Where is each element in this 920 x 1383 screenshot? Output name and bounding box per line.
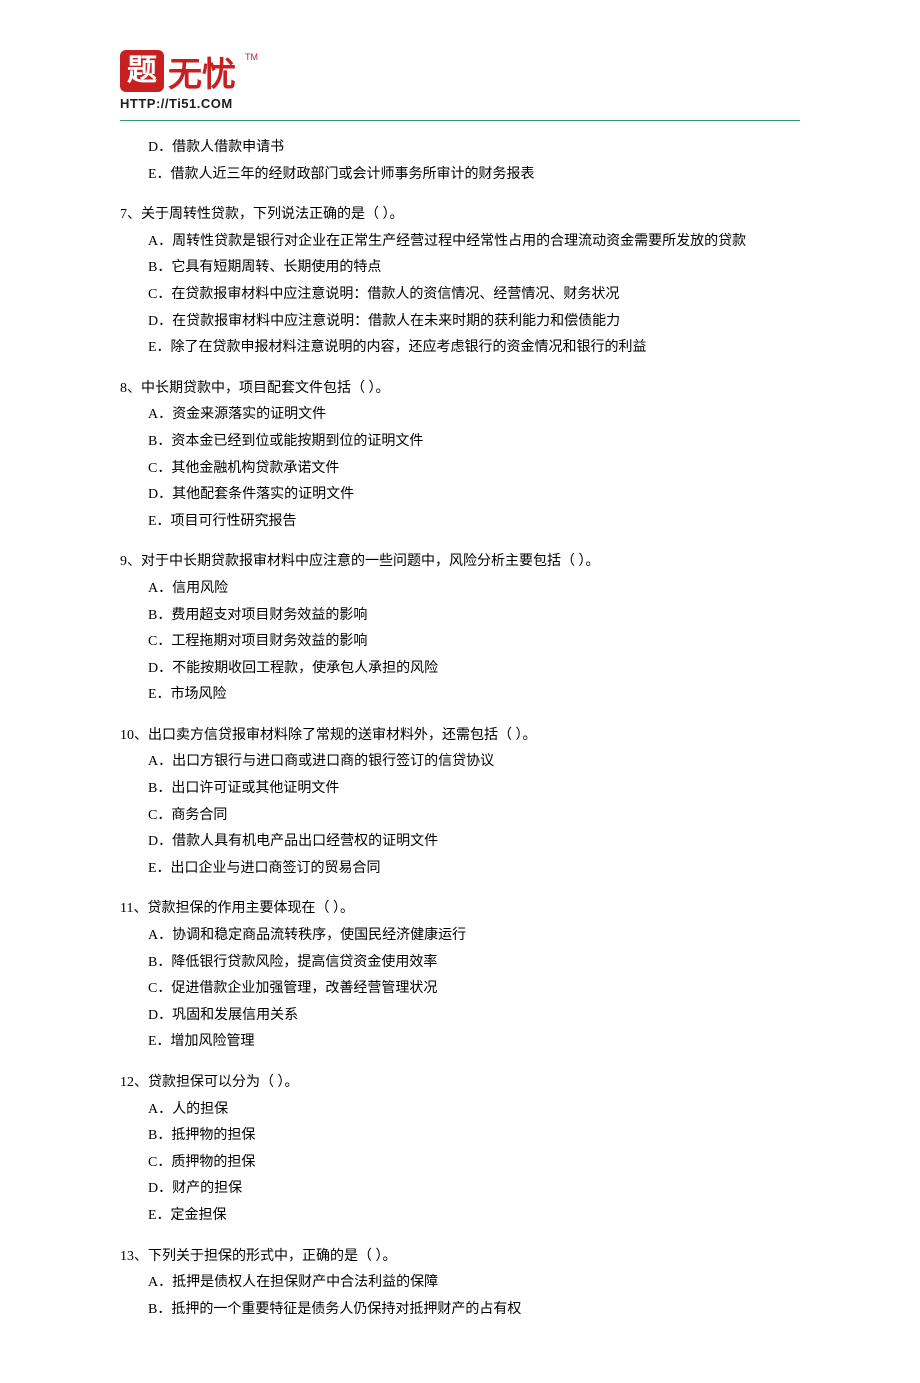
option-text: A．人的担保 xyxy=(148,1097,800,1124)
question-options: A．出口方银行与进口商或进口商的银行签订的信贷协议 B．出口许可证或其他证明文件… xyxy=(148,749,800,882)
question-stem: 10、出口卖方信贷报审材料除了常规的送审材料外，还需包括（ ）。 xyxy=(120,723,800,750)
option-text: B．它具有短期周转、长期使用的特点 xyxy=(148,255,800,282)
option-text: D．借款人借款申请书 xyxy=(148,135,800,162)
option-text: D．其他配套条件落实的证明文件 xyxy=(148,482,800,509)
option-text: C．促进借款企业加强管理，改善经营管理状况 xyxy=(148,976,800,1003)
question-13: 13、下列关于担保的形式中，正确的是（ ）。 A．抵押是债权人在担保财产中合法利… xyxy=(120,1244,800,1324)
option-text: E．项目可行性研究报告 xyxy=(148,509,800,536)
option-text: E．除了在贷款申报材料注意说明的内容，还应考虑银行的资金情况和银行的利益 xyxy=(148,335,800,362)
option-text: D．巩固和发展信用关系 xyxy=(148,1003,800,1030)
continued-options-block: D．借款人借款申请书 E．借款人近三年的经财政部门或会计师事务所审计的财务报表 xyxy=(148,135,800,188)
option-text: A．抵押是债权人在担保财产中合法利益的保障 xyxy=(148,1270,800,1297)
option-text: A．信用风险 xyxy=(148,576,800,603)
question-options: A．资金来源落实的证明文件 B．资本金已经到位或能按期到位的证明文件 C．其他金… xyxy=(148,402,800,535)
svg-text:题: 题 xyxy=(127,54,157,87)
option-text: D．在贷款报审材料中应注意说明：借款人在未来时期的获利能力和偿债能力 xyxy=(148,309,800,336)
option-text: B．抵押的一个重要特征是债务人仍保持对抵押财产的占有权 xyxy=(148,1297,800,1324)
option-text: E．借款人近三年的经财政部门或会计师事务所审计的财务报表 xyxy=(148,162,800,189)
question-10: 10、出口卖方信贷报审材料除了常规的送审材料外，还需包括（ ）。 A．出口方银行… xyxy=(120,723,800,883)
question-stem: 11、贷款担保的作用主要体现在（ ）。 xyxy=(120,896,800,923)
question-options: A．协调和稳定商品流转秩序，使国民经济健康运行 B．降低银行贷款风险，提高信贷资… xyxy=(148,923,800,1056)
option-text: A．周转性贷款是银行对企业在正常生产经营过程中经常性占用的合理流动资金需要所发放… xyxy=(148,229,800,256)
option-text: D．不能按期收回工程款，使承包人承担的风险 xyxy=(148,656,800,683)
question-stem: 13、下列关于担保的形式中，正确的是（ ）。 xyxy=(120,1244,800,1271)
option-text: E．定金担保 xyxy=(148,1203,800,1230)
question-7: 7、关于周转性贷款，下列说法正确的是（ ）。 A．周转性贷款是银行对企业在正常生… xyxy=(120,202,800,362)
option-text: C．工程拖期对项目财务效益的影响 xyxy=(148,629,800,656)
question-8: 8、中长期贷款中，项目配套文件包括（ ）。 A．资金来源落实的证明文件 B．资本… xyxy=(120,376,800,536)
option-text: B．资本金已经到位或能按期到位的证明文件 xyxy=(148,429,800,456)
option-text: D．借款人具有机电产品出口经营权的证明文件 xyxy=(148,829,800,856)
question-options: A．人的担保 B．抵押物的担保 C．质押物的担保 D．财产的担保 E．定金担保 xyxy=(148,1097,800,1230)
question-stem: 7、关于周转性贷款，下列说法正确的是（ ）。 xyxy=(120,202,800,229)
question-options: A．抵押是债权人在担保财产中合法利益的保障 B．抵押的一个重要特征是债务人仍保持… xyxy=(148,1270,800,1323)
option-text: E．增加风险管理 xyxy=(148,1029,800,1056)
option-text: C．其他金融机构贷款承诺文件 xyxy=(148,456,800,483)
option-text: C．商务合同 xyxy=(148,803,800,830)
question-stem: 9、对于中长期贷款报审材料中应注意的一些问题中，风险分析主要包括（ ）。 xyxy=(120,549,800,576)
logo-tm: TM xyxy=(245,52,258,62)
question-stem: 12、贷款担保可以分为（ ）。 xyxy=(120,1070,800,1097)
option-text: B．降低银行贷款风险，提高信贷资金使用效率 xyxy=(148,950,800,977)
option-text: A．资金来源落实的证明文件 xyxy=(148,402,800,429)
option-text: B．抵押物的担保 xyxy=(148,1123,800,1150)
option-text: C．在贷款报审材料中应注意说明：借款人的资信情况、经营情况、财务状况 xyxy=(148,282,800,309)
question-12: 12、贷款担保可以分为（ ）。 A．人的担保 B．抵押物的担保 C．质押物的担保… xyxy=(120,1070,800,1230)
question-9: 9、对于中长期贷款报审材料中应注意的一些问题中，风险分析主要包括（ ）。 A．信… xyxy=(120,549,800,709)
logo-icon: 题 无忧 TM HTTP://Ti51.COM xyxy=(120,50,260,112)
option-text: A．出口方银行与进口商或进口商的银行签订的信贷协议 xyxy=(148,749,800,776)
svg-text:无忧: 无忧 xyxy=(168,56,236,94)
question-options: A．周转性贷款是银行对企业在正常生产经营过程中经常性占用的合理流动资金需要所发放… xyxy=(148,229,800,362)
header-divider xyxy=(120,120,800,121)
question-stem: 8、中长期贷款中，项目配套文件包括（ ）。 xyxy=(120,376,800,403)
option-text: C．质押物的担保 xyxy=(148,1150,800,1177)
option-text: E．出口企业与进口商签订的贸易合同 xyxy=(148,856,800,883)
option-text: B．费用超支对项目财务效益的影响 xyxy=(148,603,800,630)
option-text: D．财产的担保 xyxy=(148,1176,800,1203)
option-text: A．协调和稳定商品流转秩序，使国民经济健康运行 xyxy=(148,923,800,950)
logo-url: HTTP://Ti51.COM xyxy=(120,96,233,111)
option-text: E．市场风险 xyxy=(148,682,800,709)
option-text: B．出口许可证或其他证明文件 xyxy=(148,776,800,803)
question-11: 11、贷款担保的作用主要体现在（ ）。 A．协调和稳定商品流转秩序，使国民经济健… xyxy=(120,896,800,1056)
question-options: A．信用风险 B．费用超支对项目财务效益的影响 C．工程拖期对项目财务效益的影响… xyxy=(148,576,800,709)
site-logo: 题 无忧 TM HTTP://Ti51.COM xyxy=(120,50,800,112)
